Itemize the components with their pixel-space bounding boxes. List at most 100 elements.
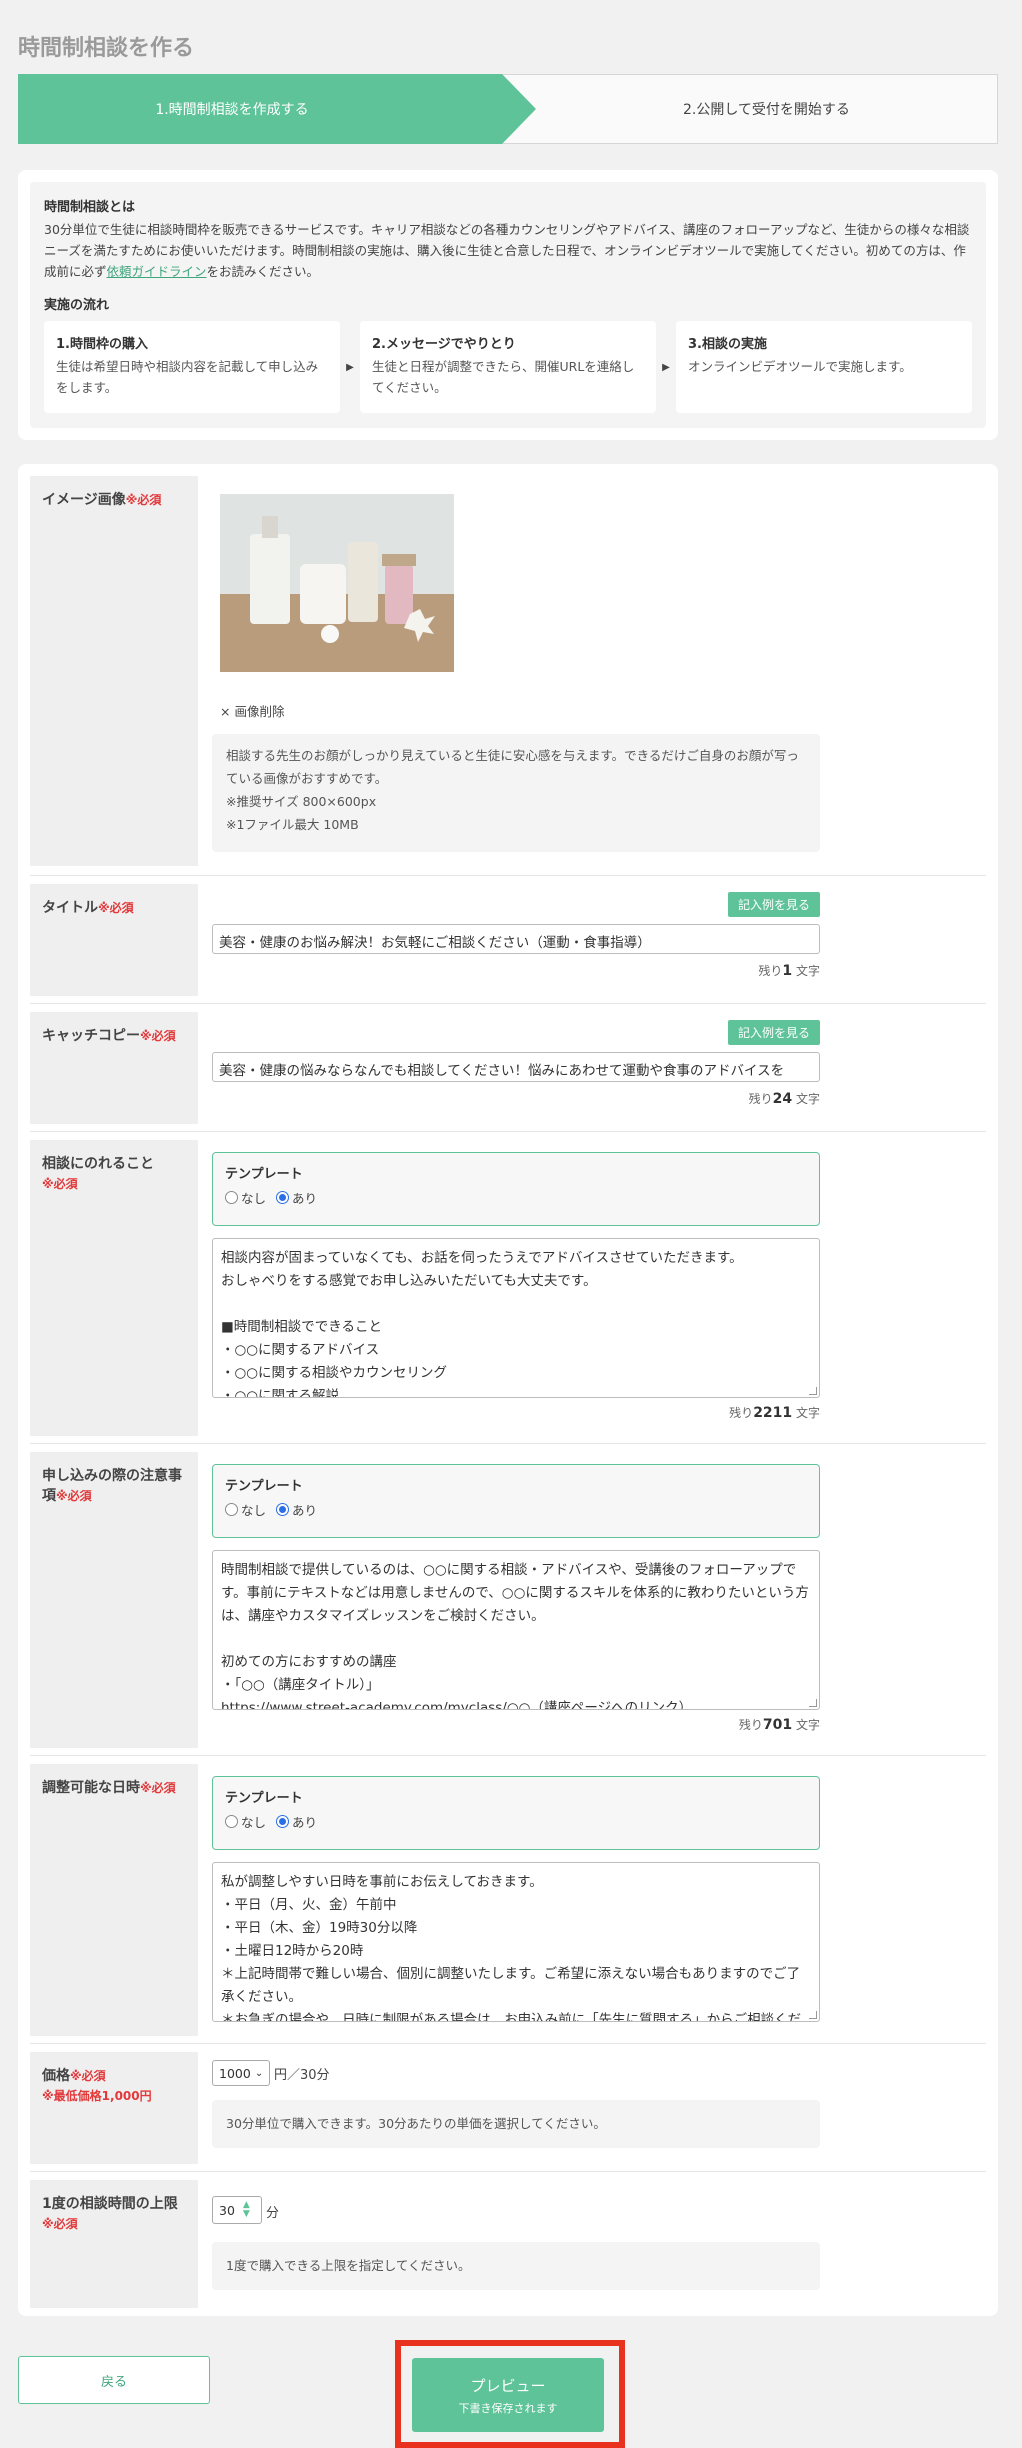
image-label: イメージ画像※必須 — [30, 476, 198, 866]
guideline-link[interactable]: 依頼ガイドライン — [107, 264, 207, 279]
template-yes-option[interactable]: あり — [276, 1500, 317, 1519]
template-none-option[interactable]: なし — [225, 1812, 266, 1831]
catch-label-text: キャッチコピー — [42, 1028, 140, 1044]
option-label: なし — [241, 1503, 267, 1518]
notes-body: テンプレート なし あり 時間制相談で提供しているのは、○○に関する相談・アドバ… — [212, 1444, 986, 1756]
option-label: あり — [292, 1191, 318, 1206]
template-options: なし あり — [225, 1500, 807, 1519]
price-value: 1000 — [219, 2065, 251, 2081]
consult-text: 相談内容が固まっていなくても、お話を伺ったうえでアドバイスさせていただきます。 … — [221, 1250, 743, 1398]
template-box: テンプレート なし あり — [212, 1152, 820, 1226]
remain-prefix: 残り — [748, 1092, 773, 1106]
image-label-text: イメージ画像 — [42, 492, 126, 508]
row-notes: 申し込みの際の注意事項※必須 テンプレート なし あり 時間制相談で提供している… — [30, 1444, 986, 1756]
example-button[interactable]: 記入例を見る — [727, 892, 820, 917]
remain-count: 2211 — [753, 1405, 793, 1421]
radio-none[interactable] — [225, 1191, 238, 1204]
resize-handle[interactable] — [809, 1387, 817, 1395]
required-mark: ※必須 — [42, 1177, 78, 1191]
notes-remaining: 残り701 文字 — [739, 1716, 820, 1733]
duration-value: 30 — [219, 2202, 235, 2218]
arrow-right-icon: ▶ — [662, 361, 670, 373]
row-price: 価格※必須 ※最低価格1,000円 1000 ⌄ 円／30分 30分単位で購入できま… — [30, 2044, 986, 2172]
title-body: 記入例を見る 美容・健康のお悩み解決！お気軽にご相談ください（運動・食事指導） … — [212, 876, 986, 1004]
catch-body: 記入例を見る 美容・健康の悩みならなんでも相談してください！悩みにあわせて運動や… — [212, 1004, 986, 1132]
uploaded-image[interactable] — [220, 494, 454, 672]
duration-stepper[interactable]: 30 ▲ ▼ — [212, 2196, 262, 2224]
price-body: 1000 ⌄ 円／30分 30分単位で購入できます。30分あたりの単価を選択してく… — [212, 2044, 986, 2172]
intro-heading: 時間制相談とは — [44, 200, 136, 215]
intro-panel: 時間制相談とは 30分単位で生徒に相談時間枠を販売できるサービスです。キャリア相… — [30, 182, 986, 428]
title-label-text: タイトル — [42, 900, 98, 916]
template-box: テンプレート なし あり — [212, 1464, 820, 1538]
radio-yes[interactable] — [276, 1503, 290, 1516]
flow-steps: 1.時間枠の購入 生徒は希望日時や相談内容を記載して申し込みをします。 ▶ 2.… — [44, 321, 972, 413]
remain-suffix: 文字 — [795, 1406, 820, 1420]
image-note-line: 相談する先生のお顔がしっかり見えていると生徒に安心感を与えます。できるだけご自身… — [226, 748, 799, 786]
image-body: × 画像削除 相談する先生のお顔がしっかり見えていると生徒に安心感を与えます。で… — [212, 476, 986, 866]
title-remaining: 残り1 文字 — [758, 962, 820, 979]
title-input[interactable]: 美容・健康のお悩み解決！お気軽にご相談ください（運動・食事指導） — [212, 924, 820, 954]
form-card: イメージ画像※必須 × 画像削除 相談する先生のお顔がしっかり見えていると生徒に… — [18, 464, 998, 2316]
option-label: あり — [292, 1815, 318, 1830]
template-yes-option[interactable]: あり — [276, 1188, 317, 1207]
notes-text: 時間制相談で提供しているのは、○○に関する相談・アドバイスや、受講後のフォローア… — [221, 1562, 809, 1710]
product-photo-icon — [220, 494, 454, 672]
schedule-textarea[interactable]: 私が調整しやすい日時を事前にお伝えしておきます。 ・平日（月、火、金）午前中 ・… — [212, 1862, 820, 2022]
catch-label: キャッチコピー※必須 — [30, 1012, 198, 1124]
resize-handle[interactable] — [809, 2011, 817, 2019]
flow-step-message: 2.メッセージでやりとり 生徒と日程が調整できたら、開催URLを連絡してください… — [360, 321, 656, 413]
consult-textarea[interactable]: 相談内容が固まっていなくても、お話を伺ったうえでアドバイスさせていただきます。 … — [212, 1238, 820, 1398]
title-label: タイトル※必須 — [30, 884, 198, 996]
flow-step-title: 2.メッセージでやりとり — [372, 337, 516, 352]
consult-remaining: 残り2211 文字 — [729, 1404, 820, 1421]
duration-body: 30 ▲ ▼ 分 1度で購入できる上限を指定してください。 — [212, 2172, 986, 2316]
example-button[interactable]: 記入例を見る — [727, 1020, 820, 1045]
price-select[interactable]: 1000 ⌄ — [212, 2060, 270, 2086]
template-none-option[interactable]: なし — [225, 1500, 266, 1519]
radio-none[interactable] — [225, 1503, 238, 1516]
preview-button[interactable]: プレビュー 下書き保存されます — [412, 2358, 604, 2432]
radio-yes[interactable] — [276, 1815, 290, 1828]
back-button[interactable]: 戻る — [18, 2356, 210, 2404]
template-heading: テンプレート — [225, 1479, 303, 1494]
catch-input[interactable]: 美容・健康の悩みならなんでも相談してください！悩みにあわせて運動や食事のアドバイ… — [212, 1052, 820, 1082]
required-mark: ※必須 — [70, 2069, 106, 2083]
remain-prefix: 残り — [729, 1406, 754, 1420]
row-catchcopy: キャッチコピー※必須 記入例を見る 美容・健康の悩みならなんでも相談してください… — [30, 1004, 986, 1132]
radio-none[interactable] — [225, 1815, 238, 1828]
min-price-note: ※最低価格1,000円 — [42, 2089, 152, 2103]
delete-image-button[interactable]: × 画像削除 — [220, 701, 284, 720]
remain-suffix: 文字 — [795, 1092, 820, 1106]
remain-suffix: 文字 — [795, 1718, 820, 1732]
template-none-option[interactable]: なし — [225, 1188, 266, 1207]
stepper-arrows-icon[interactable]: ▲ ▼ — [243, 2201, 250, 2219]
row-schedule: 調整可能な日時※必須 テンプレート なし あり 私が調整しやすい日時を事前にお伝… — [30, 1756, 986, 2044]
remain-suffix: 文字 — [795, 964, 820, 978]
remain-count: 1 — [782, 963, 793, 979]
price-label: 価格※必須 ※最低価格1,000円 — [30, 2052, 198, 2164]
row-consult: 相談にのれること ※必須 テンプレート なし あり 相談内容が固まっていなくても、… — [30, 1132, 986, 1444]
template-heading: テンプレート — [225, 1167, 303, 1182]
remain-count: 24 — [772, 1091, 793, 1107]
resize-handle[interactable] — [809, 1699, 817, 1707]
preview-label: プレビュー — [470, 2376, 546, 2395]
step-create: 1.時間制相談を作成する — [18, 74, 536, 144]
required-mark: ※必須 — [56, 1489, 92, 1503]
required-mark: ※必須 — [42, 2217, 78, 2231]
chevron-down-icon: ⌄ — [254, 2067, 264, 2079]
step-publish: 2.公開して受付を開始する — [619, 75, 919, 143]
radio-yes[interactable] — [276, 1191, 290, 1204]
flow-step-session: 3.相談の実施 オンラインビデオツールで実施します。 — [676, 321, 972, 413]
schedule-label-text: 調整可能な日時 — [42, 1780, 140, 1796]
intro-text-b: をお読みください。 — [206, 264, 320, 279]
notes-textarea[interactable]: 時間制相談で提供しているのは、○○に関する相談・アドバイスや、受講後のフォローア… — [212, 1550, 820, 1710]
row-title: タイトル※必須 記入例を見る 美容・健康のお悩み解決！お気軽にご相談ください（運… — [30, 876, 986, 1004]
template-yes-option[interactable]: あり — [276, 1812, 317, 1831]
page-title: 時間制相談を作る — [18, 36, 195, 61]
progress-steps: 1.時間制相談を作成する 2.公開して受付を開始する — [18, 74, 998, 144]
image-note: 相談する先生のお顔がしっかり見えていると生徒に安心感を与えます。できるだけご自身… — [212, 734, 820, 852]
required-mark: ※必須 — [140, 1029, 176, 1043]
flow-step-title: 3.相談の実施 — [688, 337, 767, 352]
schedule-body: テンプレート なし あり 私が調整しやすい日時を事前にお伝えしておきます。 ・平… — [212, 1756, 986, 2044]
